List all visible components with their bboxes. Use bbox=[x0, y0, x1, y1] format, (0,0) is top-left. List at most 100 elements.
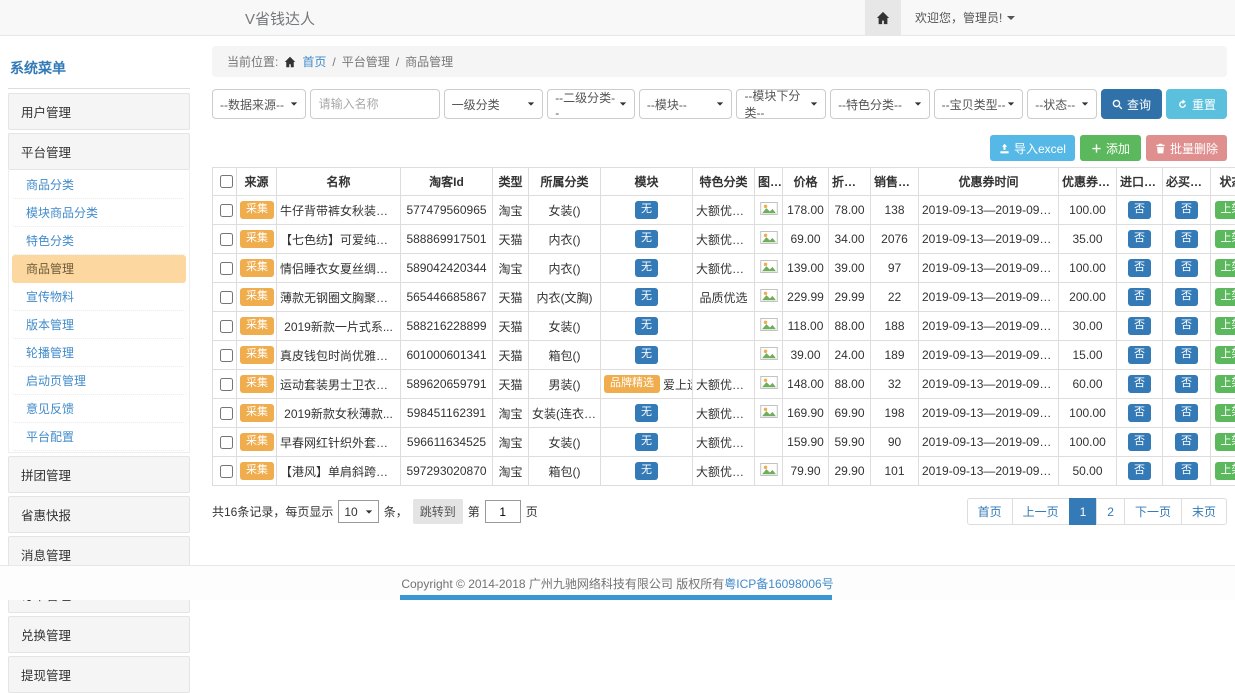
module-badge[interactable]: 无 bbox=[635, 462, 658, 480]
module-badge[interactable]: 无 bbox=[635, 230, 658, 248]
icp-link[interactable]: 粤ICP备16098006号 bbox=[724, 575, 833, 592]
user-menu[interactable]: 欢迎您，管理员! bbox=[901, 9, 1029, 26]
refresh-icon bbox=[1177, 99, 1188, 110]
import-select-badge[interactable]: 否 bbox=[1128, 230, 1151, 248]
must-buy-badge[interactable]: 否 bbox=[1175, 433, 1198, 451]
status-badge[interactable]: 上架 bbox=[1215, 288, 1235, 306]
item-type-select[interactable]: --宝贝类型-- bbox=[934, 89, 1024, 119]
module-badge[interactable]: 品牌精选 bbox=[604, 375, 660, 393]
must-buy-badge[interactable]: 否 bbox=[1175, 375, 1198, 393]
page-next[interactable]: 下一页 bbox=[1124, 498, 1182, 525]
row-checkbox[interactable] bbox=[220, 378, 233, 391]
must-buy-badge[interactable]: 否 bbox=[1175, 317, 1198, 335]
sidebar-item-carousel-management[interactable]: 轮播管理 bbox=[12, 339, 186, 367]
row-checkbox[interactable] bbox=[220, 407, 233, 420]
source-badge: 采集 bbox=[240, 462, 274, 480]
row-checkbox[interactable] bbox=[220, 465, 233, 478]
module-subcategory-select[interactable]: --模块下分类-- bbox=[736, 89, 826, 119]
row-checkbox[interactable] bbox=[220, 436, 233, 449]
sidebar-item-module-goods-category[interactable]: 模块商品分类 bbox=[12, 199, 186, 227]
import-excel-button[interactable]: 导入excel bbox=[990, 135, 1075, 161]
status-badge[interactable]: 上架 bbox=[1215, 346, 1235, 364]
page-size-select[interactable]: 10 bbox=[338, 500, 378, 523]
search-icon bbox=[1112, 99, 1123, 110]
add-button[interactable]: 添加 bbox=[1080, 135, 1141, 161]
status-badge[interactable]: 上架 bbox=[1215, 462, 1235, 480]
sidebar-item-groupbuy-management[interactable]: 拼团管理 bbox=[8, 456, 190, 493]
sidebar-item-goods-category[interactable]: 商品分类 bbox=[12, 171, 186, 199]
import-select-badge[interactable]: 否 bbox=[1128, 346, 1151, 364]
page-page-2[interactable]: 2 bbox=[1096, 498, 1125, 525]
status-badge[interactable]: 上架 bbox=[1215, 201, 1235, 219]
import-select-badge[interactable]: 否 bbox=[1128, 259, 1151, 277]
sidebar-item-version-management[interactable]: 版本管理 bbox=[12, 311, 186, 339]
home-button[interactable] bbox=[865, 0, 901, 35]
breadcrumb-home-link[interactable]: 首页 bbox=[302, 53, 326, 70]
goods-table: 来源名称淘客Id类型所属分类模块特色分类图标价格折后价销售数量优惠券时间优惠券金… bbox=[212, 167, 1235, 486]
row-checkbox[interactable] bbox=[220, 262, 233, 275]
select-all-checkbox[interactable] bbox=[220, 175, 233, 188]
status-badge[interactable]: 上架 bbox=[1215, 404, 1235, 422]
must-buy-badge[interactable]: 否 bbox=[1175, 259, 1198, 277]
sidebar-item-splash-page-management[interactable]: 启动页管理 bbox=[12, 367, 186, 395]
must-buy-badge[interactable]: 否 bbox=[1175, 201, 1198, 219]
level2-category-select[interactable]: --二级分类-- bbox=[547, 89, 635, 119]
status-badge[interactable]: 上架 bbox=[1215, 230, 1235, 248]
row-checkbox[interactable] bbox=[220, 349, 233, 362]
page-first[interactable]: 首页 bbox=[967, 498, 1013, 525]
import-select-badge[interactable]: 否 bbox=[1128, 462, 1151, 480]
row-checkbox[interactable] bbox=[220, 204, 233, 217]
reset-button[interactable]: 重置 bbox=[1166, 89, 1227, 119]
sidebar-item-platform-management[interactable]: 平台管理 bbox=[8, 133, 190, 170]
sidebar-item-goods-management[interactable]: 商品管理 bbox=[12, 255, 186, 283]
module-badge[interactable]: 无 bbox=[635, 288, 658, 306]
jump-button[interactable]: 跳转到 bbox=[413, 499, 463, 524]
sidebar-item-feedback[interactable]: 意见反馈 bbox=[12, 395, 186, 423]
sidebar-item-feature-category[interactable]: 特色分类 bbox=[12, 227, 186, 255]
status-select[interactable]: --状态-- bbox=[1027, 89, 1097, 119]
import-select-badge[interactable]: 否 bbox=[1128, 404, 1151, 422]
module-badge[interactable]: 无 bbox=[635, 201, 658, 219]
must-buy-badge[interactable]: 否 bbox=[1175, 288, 1198, 306]
import-select-badge[interactable]: 否 bbox=[1128, 288, 1151, 306]
module-badge[interactable]: 无 bbox=[635, 433, 658, 451]
must-buy-badge[interactable]: 否 bbox=[1175, 404, 1198, 422]
bottom-scrollbar-thumb[interactable] bbox=[400, 595, 832, 600]
must-buy-badge[interactable]: 否 bbox=[1175, 346, 1198, 364]
page-last[interactable]: 末页 bbox=[1181, 498, 1227, 525]
must-buy-badge[interactable]: 否 bbox=[1175, 230, 1198, 248]
sidebar-item-exchange-management[interactable]: 兑换管理 bbox=[8, 616, 190, 653]
import-select-badge[interactable]: 否 bbox=[1128, 201, 1151, 219]
feature-category-select[interactable]: --特色分类-- bbox=[830, 89, 930, 119]
status-badge[interactable]: 上架 bbox=[1215, 317, 1235, 335]
module-select[interactable]: --模块-- bbox=[639, 89, 733, 119]
sidebar-item-promo-materials[interactable]: 宣传物料 bbox=[12, 283, 186, 311]
module-badge[interactable]: 无 bbox=[635, 404, 658, 422]
sidebar-item-user-management[interactable]: 用户管理 bbox=[8, 93, 190, 130]
level1-category-select[interactable]: 一级分类 bbox=[444, 89, 544, 119]
module-badge[interactable]: 无 bbox=[635, 317, 658, 335]
must-buy-cell: 否 bbox=[1163, 341, 1211, 370]
import-select-badge[interactable]: 否 bbox=[1128, 433, 1151, 451]
row-checkbox[interactable] bbox=[220, 233, 233, 246]
jump-page-input[interactable] bbox=[485, 500, 521, 523]
name-input[interactable] bbox=[310, 89, 440, 119]
must-buy-badge[interactable]: 否 bbox=[1175, 462, 1198, 480]
row-checkbox[interactable] bbox=[220, 291, 233, 304]
batch-delete-button[interactable]: 批量删除 bbox=[1146, 135, 1227, 161]
status-badge[interactable]: 上架 bbox=[1215, 433, 1235, 451]
data-source-select[interactable]: --数据来源-- bbox=[212, 89, 306, 119]
status-badge[interactable]: 上架 bbox=[1215, 259, 1235, 277]
page-prev[interactable]: 上一页 bbox=[1012, 498, 1070, 525]
module-badge[interactable]: 无 bbox=[635, 259, 658, 277]
import-select-badge[interactable]: 否 bbox=[1128, 317, 1151, 335]
page-page-1[interactable]: 1 bbox=[1069, 498, 1098, 525]
sidebar-item-withdraw-management[interactable]: 提现管理 bbox=[8, 656, 190, 693]
status-badge[interactable]: 上架 bbox=[1215, 375, 1235, 393]
sidebar-item-saving-express[interactable]: 省惠快报 bbox=[8, 496, 190, 533]
row-checkbox[interactable] bbox=[220, 320, 233, 333]
search-button[interactable]: 查询 bbox=[1101, 89, 1162, 119]
module-badge[interactable]: 无 bbox=[635, 346, 658, 364]
sidebar-item-platform-config[interactable]: 平台配置 bbox=[12, 423, 186, 451]
import-select-badge[interactable]: 否 bbox=[1128, 375, 1151, 393]
